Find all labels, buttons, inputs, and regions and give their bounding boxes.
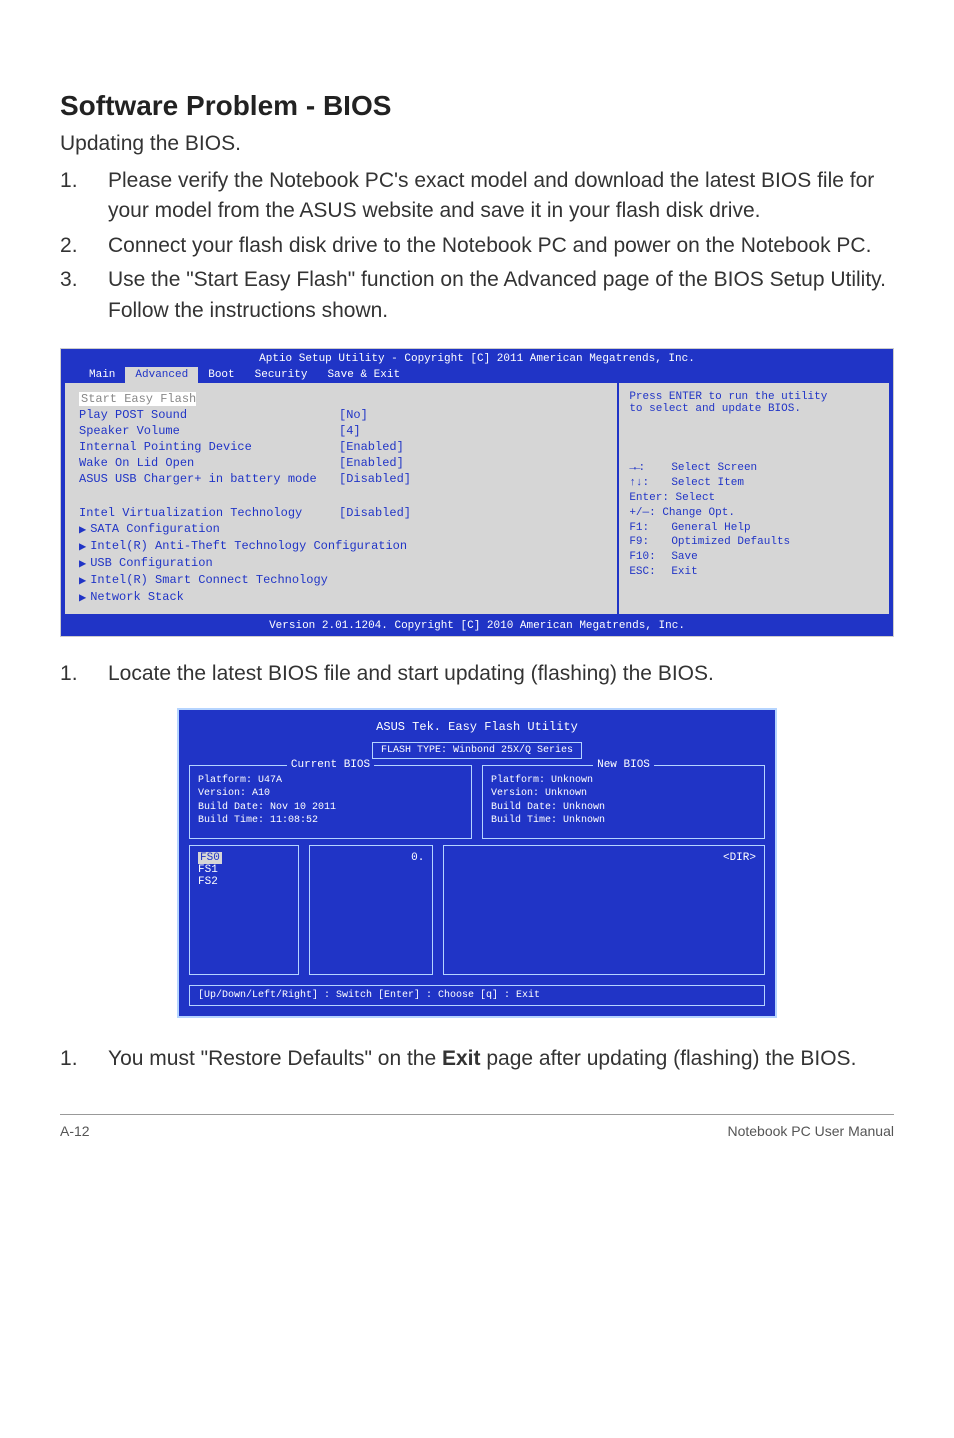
virtualization-value: [Disabled] bbox=[339, 506, 411, 520]
current-bios-label: Current BIOS bbox=[287, 759, 374, 771]
drive-fs0[interactable]: FS0 bbox=[198, 852, 222, 864]
new-bios-label: New BIOS bbox=[593, 759, 654, 771]
step-2-text: Connect your flash disk drive to the Not… bbox=[108, 231, 871, 261]
help-f1-text: General Help bbox=[671, 521, 750, 536]
flash-type-label: FLASH TYPE: Winbond 25X/Q Series bbox=[372, 742, 582, 759]
page-number: A-12 bbox=[60, 1123, 90, 1139]
wake-lid-label[interactable]: Wake On Lid Open bbox=[79, 456, 339, 470]
file-entry-name[interactable]: 0. bbox=[318, 852, 424, 864]
easy-flash-screenshot: ASUS Tek. Easy Flash Utility FLASH TYPE:… bbox=[177, 708, 777, 1018]
help-f1-key: F1: bbox=[629, 521, 665, 536]
arrow-ud-icon: ↑↓: bbox=[629, 476, 665, 491]
easy-flash-keyhints: [Up/Down/Left/Right] : Switch [Enter] : … bbox=[189, 985, 765, 1006]
step-5-exit-bold: Exit bbox=[442, 1047, 481, 1070]
drive-list[interactable]: FS0 FS1 FS2 bbox=[189, 845, 299, 975]
drive-fs2[interactable]: FS2 bbox=[198, 876, 290, 888]
help-f9-text: Optimized Defaults bbox=[671, 535, 790, 550]
usb-charger-value: [Disabled] bbox=[339, 472, 411, 486]
bios-footer: Version 2.01.1204. Copyright [C] 2010 Am… bbox=[61, 618, 893, 636]
tab-main[interactable]: Main bbox=[79, 367, 125, 383]
step-3: Use the "Start Easy Flash" function on t… bbox=[60, 265, 894, 326]
current-bios-panel: Current BIOS Platform: U47A Version: A10… bbox=[189, 765, 472, 839]
step-5-text-c: page after updating (flashing) the BIOS. bbox=[481, 1047, 857, 1070]
current-version: Version: A10 bbox=[198, 787, 463, 801]
help-f9-key: F9: bbox=[629, 535, 665, 550]
bios-left-panel: Start Easy Flash Play POST Sound[No] Spe… bbox=[65, 383, 617, 614]
step-1: Please verify the Notebook PC's exact mo… bbox=[60, 166, 894, 227]
bios-help-panel: Press ENTER to run the utility to select… bbox=[617, 383, 889, 614]
step-3-text: Use the "Start Easy Flash" function on t… bbox=[108, 265, 894, 326]
tab-security[interactable]: Security bbox=[245, 367, 318, 383]
arrow-lr-icon: →←: bbox=[629, 461, 665, 476]
bios-hint-line-2: to select and update BIOS. bbox=[629, 403, 879, 415]
easy-flash-title: ASUS Tek. Easy Flash Utility bbox=[185, 716, 769, 742]
submenu-arrow-icon: ▶ bbox=[79, 539, 90, 554]
help-esc-text: Exit bbox=[671, 565, 697, 580]
play-post-sound-label[interactable]: Play POST Sound bbox=[79, 408, 339, 422]
help-enter: Enter: Select bbox=[629, 491, 879, 506]
step-2: Connect your flash disk drive to the Not… bbox=[60, 231, 894, 261]
speaker-volume-value: [4] bbox=[339, 424, 361, 438]
new-version: Version: Unknown bbox=[491, 787, 756, 801]
help-f10-text: Save bbox=[671, 550, 697, 565]
pointing-device-label[interactable]: Internal Pointing Device bbox=[79, 440, 339, 454]
network-stack-item[interactable]: Network Stack bbox=[90, 590, 350, 605]
usb-config-item[interactable]: USB Configuration bbox=[90, 556, 350, 571]
speaker-volume-label[interactable]: Speaker Volume bbox=[79, 424, 339, 438]
usb-charger-label[interactable]: ASUS USB Charger+ in battery mode bbox=[79, 472, 339, 486]
section-subtitle: Updating the BIOS. bbox=[60, 132, 894, 156]
help-select-screen: Select Screen bbox=[671, 461, 757, 476]
submenu-arrow-icon: ▶ bbox=[79, 556, 90, 571]
wake-lid-value: [Enabled] bbox=[339, 456, 404, 470]
sata-config-item[interactable]: SATA Configuration bbox=[90, 522, 350, 537]
manual-title: Notebook PC User Manual bbox=[727, 1123, 894, 1139]
file-type-list: <DIR> bbox=[443, 845, 765, 975]
drive-fs1[interactable]: FS1 bbox=[198, 864, 290, 876]
file-entry-type: <DIR> bbox=[452, 852, 756, 864]
bios-hint-line-1: Press ENTER to run the utility bbox=[629, 391, 879, 403]
help-change-opt: +/—: Change Opt. bbox=[629, 506, 879, 521]
smart-connect-item[interactable]: Intel(R) Smart Connect Technology bbox=[90, 573, 350, 588]
help-select-item: Select Item bbox=[671, 476, 744, 491]
tab-save-exit[interactable]: Save & Exit bbox=[317, 367, 410, 383]
pointing-device-value: [Enabled] bbox=[339, 440, 404, 454]
submenu-arrow-icon: ▶ bbox=[79, 573, 90, 588]
virtualization-label[interactable]: Intel Virtualization Technology bbox=[79, 506, 339, 520]
page-footer: A-12 Notebook PC User Manual bbox=[60, 1114, 894, 1139]
anti-theft-item[interactable]: Intel(R) Anti-Theft Technology Configura… bbox=[90, 539, 407, 554]
tab-advanced[interactable]: Advanced bbox=[125, 367, 198, 383]
start-easy-flash-item[interactable]: Start Easy Flash bbox=[79, 392, 196, 406]
step-1-text: Please verify the Notebook PC's exact mo… bbox=[108, 166, 894, 227]
file-name-list[interactable]: 0. bbox=[309, 845, 433, 975]
current-build-time: Build Time: 11:08:52 bbox=[198, 814, 463, 828]
step-5: You must "Restore Defaults" on the Exit … bbox=[60, 1044, 894, 1074]
bios-tab-bar: Main Advanced Boot Security Save & Exit bbox=[61, 365, 893, 383]
step-4: Locate the latest BIOS file and start up… bbox=[60, 659, 894, 689]
step-4-text: Locate the latest BIOS file and start up… bbox=[108, 659, 714, 689]
bios-title: Aptio Setup Utility - Copyright [C] 2011… bbox=[61, 349, 893, 365]
new-build-date: Build Date: Unknown bbox=[491, 801, 756, 815]
submenu-arrow-icon: ▶ bbox=[79, 522, 90, 537]
section-heading: Software Problem - BIOS bbox=[60, 90, 894, 122]
play-post-sound-value: [No] bbox=[339, 408, 368, 422]
current-build-date: Build Date: Nov 10 2011 bbox=[198, 801, 463, 815]
new-build-time: Build Time: Unknown bbox=[491, 814, 756, 828]
new-bios-panel: New BIOS Platform: Unknown Version: Unkn… bbox=[482, 765, 765, 839]
help-f10-key: F10: bbox=[629, 550, 665, 565]
submenu-arrow-icon: ▶ bbox=[79, 590, 90, 605]
tab-boot[interactable]: Boot bbox=[198, 367, 244, 383]
bios-setup-screenshot: Aptio Setup Utility - Copyright [C] 2011… bbox=[60, 348, 894, 637]
help-esc-key: ESC: bbox=[629, 565, 665, 580]
step-5-text-a: You must "Restore Defaults" on the bbox=[108, 1047, 442, 1070]
